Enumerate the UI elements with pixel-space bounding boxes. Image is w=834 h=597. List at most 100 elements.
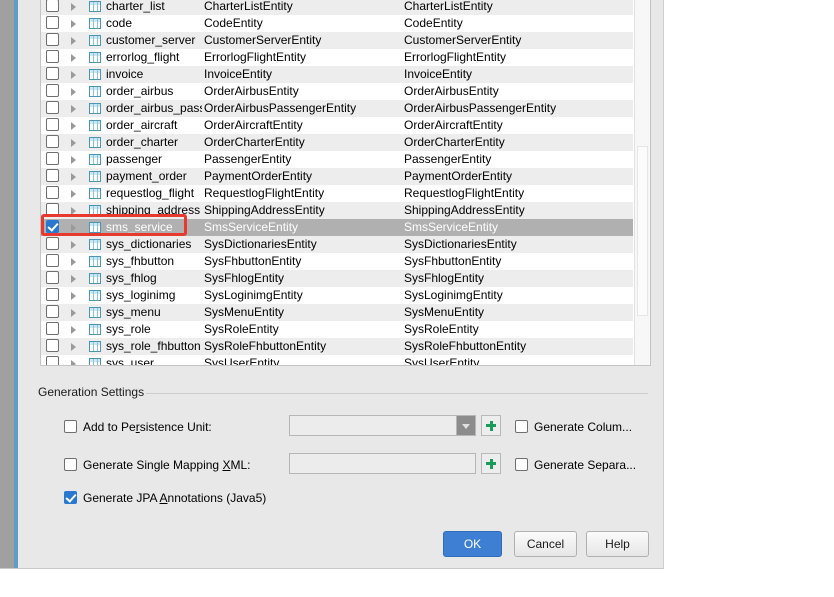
table-grid-glyph: [89, 205, 101, 216]
table-grid-glyph: [89, 273, 101, 284]
expand-triangle-icon[interactable]: [69, 202, 83, 219]
expand-triangle-icon[interactable]: [69, 287, 83, 304]
database-tables-list[interactable]: charter_list CharterListEntity CharterList…: [40, 0, 651, 366]
table-row-checkbox[interactable]: [46, 135, 60, 149]
table-row[interactable]: payment_order PaymentOrderEntity PaymentOr…: [41, 168, 633, 185]
expand-triangle-icon[interactable]: [69, 0, 83, 15]
expand-triangle-icon[interactable]: [69, 321, 83, 338]
table-row[interactable]: order_airbus OrderAirbusEntity OrderAirbus…: [41, 83, 633, 100]
table-icon: [89, 154, 101, 165]
table-row-checkbox[interactable]: [46, 101, 60, 115]
add-persistence-unit-button[interactable]: [481, 415, 501, 436]
dialog-right-border: [663, 0, 664, 569]
entity-class-cell: OrderAirbusPassengerEntity: [204, 101, 357, 115]
table-name-cell: customer_server: [106, 33, 196, 47]
expand-triangle-icon[interactable]: [69, 66, 83, 83]
ok-button[interactable]: OK: [443, 531, 502, 557]
expand-triangle-icon[interactable]: [69, 355, 83, 365]
entity-class-secondary-cell: SysLoginimgEntity: [404, 288, 503, 302]
entity-class-cell: PaymentOrderEntity: [204, 169, 313, 183]
table-row[interactable]: sys_fhlog SysFhlogEntity SysFhlogEntity: [41, 270, 633, 287]
table-row-checkbox[interactable]: [46, 339, 60, 353]
expand-triangle-icon[interactable]: [69, 338, 83, 355]
table-row[interactable]: sys_loginimg SysLoginimgEntity SysLoginimg…: [41, 287, 633, 304]
entity-class-secondary-cell: OrderAircraftEntity: [404, 118, 503, 132]
expand-triangle-icon[interactable]: [69, 15, 83, 32]
table-row[interactable]: sms_service SmsServiceEntity SmsServiceEnt…: [41, 219, 633, 236]
expand-triangle-icon[interactable]: [69, 49, 83, 66]
table-row[interactable]: code CodeEntity CodeEntity: [41, 15, 633, 32]
table-row[interactable]: sys_fhbutton SysFhbuttonEntity SysFhbutton…: [41, 253, 633, 270]
chevron-down-icon[interactable]: [456, 416, 475, 435]
table-row-checkbox[interactable]: [46, 33, 60, 47]
expand-triangle-icon[interactable]: [69, 168, 83, 185]
table-icon: [89, 120, 101, 131]
table-row[interactable]: order_airbus_pass OrderAirbusPassengerEnt…: [41, 100, 633, 117]
entity-class-secondary-cell: SysFhlogEntity: [404, 271, 485, 285]
expand-triangle-icon[interactable]: [69, 253, 83, 270]
expand-triangle-icon[interactable]: [69, 134, 83, 151]
table-row[interactable]: sys_menu SysMenuEntity SysMenuEntity: [41, 304, 633, 321]
table-row-checkbox[interactable]: [46, 50, 60, 64]
expand-triangle-icon[interactable]: [69, 32, 83, 49]
table-row-checkbox[interactable]: [46, 356, 60, 365]
expand-triangle-icon[interactable]: [69, 100, 83, 117]
expand-triangle-icon[interactable]: [69, 270, 83, 287]
table-row-checkbox[interactable]: [46, 84, 60, 98]
expand-triangle-icon[interactable]: [69, 83, 83, 100]
generate-columns-checkbox[interactable]: [515, 420, 528, 433]
table-grid-glyph: [89, 35, 101, 46]
table-row[interactable]: requestlog_flight RequestlogFlightEntity R…: [41, 185, 633, 202]
expand-triangle-icon[interactable]: [69, 185, 83, 202]
table-row-checkbox[interactable]: [46, 169, 60, 183]
generate-separate-checkbox[interactable]: [515, 458, 528, 471]
persistence-unit-combobox[interactable]: [289, 415, 476, 436]
cancel-button[interactable]: Cancel: [514, 531, 577, 557]
entity-class-secondary-cell: OrderAirbusPassengerEntity: [404, 101, 557, 115]
generate-jpa-annotations-checkbox[interactable]: [64, 491, 77, 504]
expand-triangle-icon[interactable]: [69, 117, 83, 134]
expand-triangle-icon[interactable]: [69, 151, 83, 168]
generate-single-mapping-xml-checkbox[interactable]: [64, 458, 77, 471]
help-button[interactable]: Help: [586, 531, 649, 557]
table-row-checkbox[interactable]: [46, 152, 60, 166]
generation-settings-separator: [146, 393, 648, 394]
table-row[interactable]: sys_dictionaries SysDictionariesEntity Sys…: [41, 236, 633, 253]
checkbox-empty-icon: [46, 67, 59, 80]
table-row[interactable]: passenger PassengerEntity PassengerEntity: [41, 151, 633, 168]
table-row[interactable]: errorlog_flight ErrorlogFlightEntity Error…: [41, 49, 633, 66]
table-row-checkbox[interactable]: [46, 118, 60, 132]
table-row[interactable]: shipping_address ShippingAddressEntity Shi…: [41, 202, 633, 219]
single-mapping-xml-input[interactable]: [289, 453, 476, 474]
tables-list-scrollbar-thumb[interactable]: [637, 146, 648, 316]
table-row-checkbox[interactable]: [46, 203, 60, 217]
table-row[interactable]: invoice InvoiceEntity InvoiceEntity: [41, 66, 633, 83]
expand-triangle-icon[interactable]: [69, 236, 83, 253]
table-row[interactable]: customer_server CustomerServerEntity Custo…: [41, 32, 633, 49]
table-row-checkbox[interactable]: [46, 67, 60, 81]
table-row-checkbox[interactable]: [46, 186, 60, 200]
table-row[interactable]: order_charter OrderCharterEntity OrderChar…: [41, 134, 633, 151]
entity-class-secondary-cell: RequestlogFlightEntity: [404, 186, 525, 200]
table-row-checkbox[interactable]: [46, 288, 60, 302]
add-to-persistence-unit-checkbox[interactable]: [64, 420, 77, 433]
table-icon: [89, 188, 101, 199]
expand-triangle-icon[interactable]: [69, 219, 83, 236]
table-row-checkbox[interactable]: [46, 322, 60, 336]
table-row-checkbox[interactable]: [46, 237, 60, 251]
table-row[interactable]: sys_user SysUserEntity SysUserEntity: [41, 355, 633, 365]
table-row-checkbox[interactable]: [46, 220, 60, 234]
expand-triangle-icon[interactable]: [69, 304, 83, 321]
table-name-cell: payment_order: [106, 169, 187, 183]
tables-list-vertical-scrollbar[interactable]: [634, 0, 650, 365]
table-row-checkbox[interactable]: [46, 254, 60, 268]
table-row-checkbox[interactable]: [46, 305, 60, 319]
table-row[interactable]: charter_list CharterListEntity CharterList…: [41, 0, 633, 15]
add-mapping-xml-button[interactable]: [481, 453, 501, 474]
table-row[interactable]: sys_role SysRoleEntity SysRoleEntity: [41, 321, 633, 338]
table-row-checkbox[interactable]: [46, 0, 60, 13]
table-row-checkbox[interactable]: [46, 271, 60, 285]
table-row-checkbox[interactable]: [46, 16, 60, 30]
table-row[interactable]: order_aircraft OrderAircraftEntity OrderAi…: [41, 117, 633, 134]
table-row[interactable]: sys_role_fhbutton SysRoleFhbuttonEntity Sy…: [41, 338, 633, 355]
